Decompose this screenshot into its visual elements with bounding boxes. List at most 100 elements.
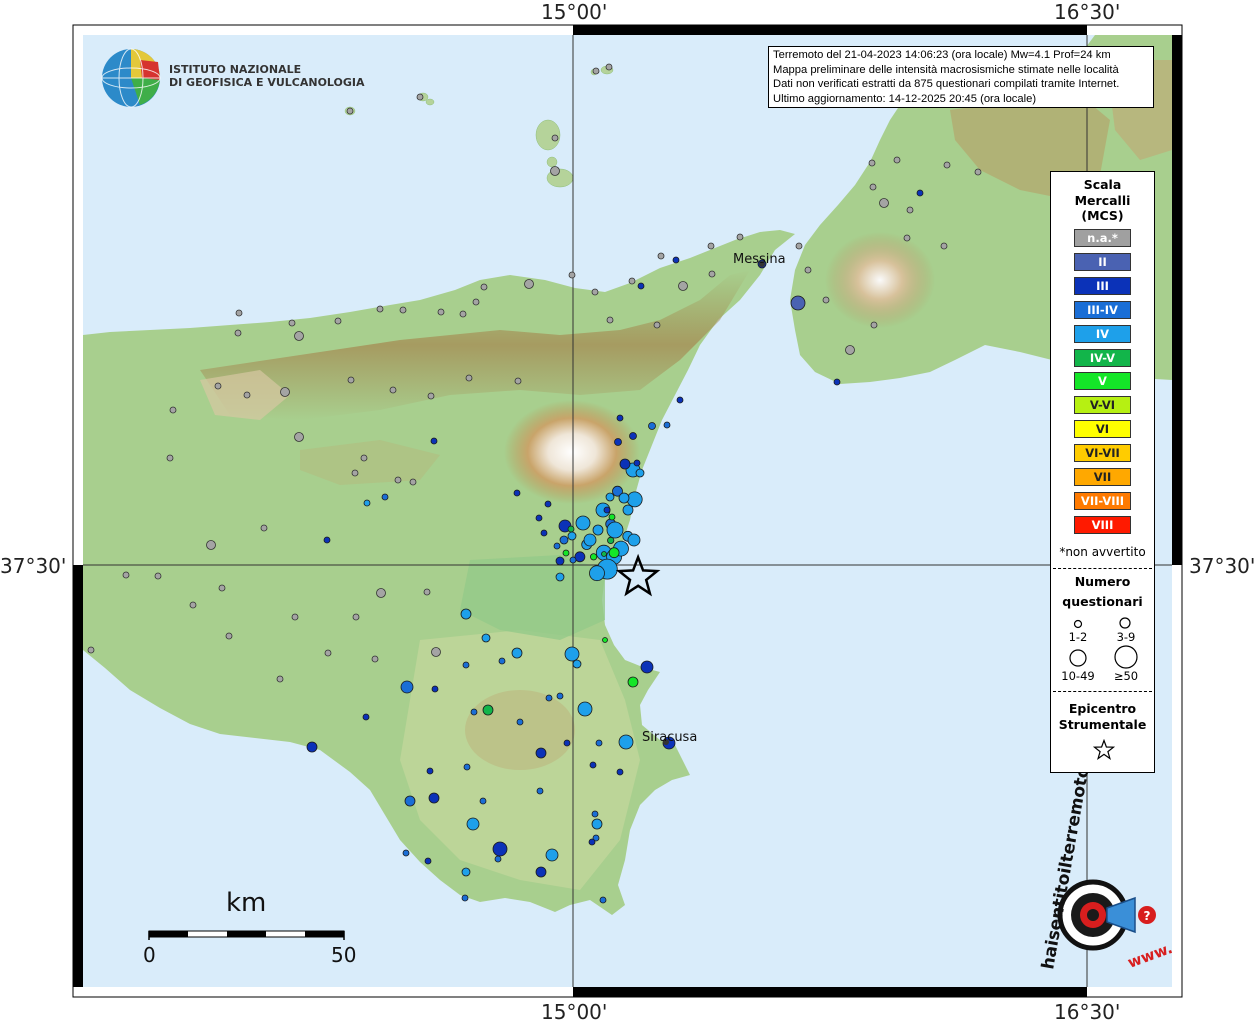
legend-swatch: V-VI: [1074, 396, 1131, 415]
na-point: [376, 305, 384, 313]
locality-point: [622, 504, 634, 516]
locality-point: [516, 718, 524, 726]
na-point: [903, 234, 911, 242]
na-point: [376, 588, 386, 598]
na-point: [678, 281, 688, 291]
locality-point: [553, 542, 561, 550]
coord-bottom-left: 15°00': [541, 1000, 608, 1024]
legend-swatch: II: [1074, 252, 1131, 271]
na-point: [288, 319, 296, 327]
locality-point: [790, 295, 806, 311]
na-point: [708, 270, 716, 278]
legend-swatch: VIII: [1074, 515, 1131, 534]
locality-point: [482, 704, 494, 716]
locality-point: [601, 551, 607, 557]
na-point: [707, 242, 715, 250]
intensity-point: [608, 547, 620, 559]
na-point: [294, 432, 304, 442]
intensity-point: [607, 536, 615, 545]
na-point: [346, 107, 354, 115]
na-point: [550, 166, 560, 176]
locality-point: [430, 437, 438, 445]
locality-point: [540, 529, 548, 537]
locality-point: [470, 708, 478, 716]
na-point: [280, 387, 290, 397]
locality-point: [629, 432, 637, 440]
na-point: [437, 308, 445, 316]
intensity-point: [589, 565, 605, 582]
coord-top-left: 15°00': [541, 0, 608, 24]
locality-point: [362, 713, 370, 721]
locality-point: [592, 524, 604, 536]
locality-point: [492, 841, 508, 857]
na-point: [879, 198, 889, 208]
legend-epicenter-title1: Epicentro: [1068, 701, 1137, 716]
legend-title-line2: Mercalli: [1074, 192, 1131, 208]
na-point: [943, 161, 951, 169]
locality-point: [599, 896, 607, 904]
na-point: [628, 277, 636, 285]
na-point: [653, 321, 661, 329]
na-point: [169, 406, 177, 414]
locality-point: [627, 533, 641, 547]
na-point: [324, 649, 332, 657]
na-point: [870, 321, 878, 329]
na-point: [459, 310, 467, 318]
locality-point: [381, 493, 389, 501]
legend-swatch: VII: [1074, 468, 1131, 486]
na-point: [514, 377, 522, 385]
legend-size-label-4: ≥50: [1113, 669, 1139, 683]
na-point: [206, 540, 216, 550]
locality-point: [606, 521, 624, 539]
na-point: [736, 233, 744, 241]
legend-panel: Scala Mercalli (MCS) n.a.* II III III-IV IV I…: [1050, 171, 1155, 773]
locality-point: [555, 556, 565, 566]
legend-swatch: IV: [1074, 324, 1131, 343]
na-point: [394, 476, 402, 484]
locality-point: [588, 838, 596, 846]
locality-point: [618, 734, 634, 750]
locality-point: [363, 499, 371, 507]
na-point: [657, 252, 665, 260]
locality-point: [648, 422, 656, 430]
na-point: [218, 584, 226, 592]
ingv-logo: [101, 48, 161, 108]
na-point: [568, 271, 576, 279]
legend-questionnaires-title1: Numero: [1074, 574, 1131, 589]
locality-point: [535, 866, 547, 878]
legend-swatch: III: [1074, 276, 1131, 295]
na-point: [472, 298, 480, 306]
na-point: [214, 382, 222, 390]
event-info-box: Terremoto del 21-04-2023 14:06:23 (ora l…: [768, 46, 1154, 108]
na-point: [551, 134, 559, 142]
na-point: [795, 242, 803, 250]
locality-point: [536, 787, 544, 795]
locality-point: [463, 763, 471, 771]
locality-point: [460, 608, 472, 620]
locality-point: [559, 535, 569, 545]
ingv-name: ISTITUTO NAZIONALE DI GEOFISICA E VULCAN…: [169, 63, 365, 89]
locality-point: [608, 513, 616, 521]
locality-point: [567, 525, 575, 533]
size-circle-10-49: [1069, 649, 1087, 667]
locality-point: [481, 633, 491, 643]
na-point: [291, 613, 299, 621]
scale-max: 50: [331, 943, 357, 967]
locality-point: [545, 848, 559, 862]
na-point: [906, 206, 914, 214]
na-point: [409, 478, 417, 486]
locality-point: [577, 701, 593, 717]
locality-point: [635, 468, 645, 478]
locality-point: [627, 676, 639, 688]
locality-point: [591, 810, 599, 818]
legend-title-line3: (MCS): [1081, 208, 1124, 223]
na-point: [87, 646, 95, 654]
locality-point: [479, 797, 487, 805]
locality-point: [555, 572, 565, 582]
locality-point: [572, 659, 582, 669]
na-point: [347, 376, 355, 384]
locality-point: [513, 489, 521, 497]
intensity-point: [626, 491, 643, 508]
locality-point: [306, 741, 318, 753]
coord-right-lat: 37°30': [1189, 554, 1255, 578]
